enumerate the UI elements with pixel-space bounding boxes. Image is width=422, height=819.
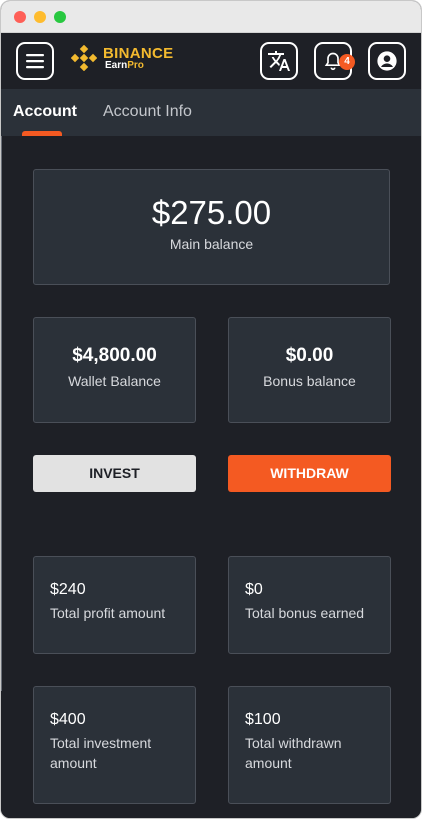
total-profit-amount: $240 <box>50 581 86 598</box>
main-balance-card: $275.00 Main balance <box>33 169 390 285</box>
binance-logo-icon <box>71 45 97 71</box>
account-content: $275.00 Main balance $4,800.00 Wallet Ba… <box>1 136 421 818</box>
tab-bar: Account Account Info <box>1 89 421 136</box>
wallet-balance-amount: $4,800.00 <box>72 345 157 366</box>
translate-button[interactable] <box>260 42 298 80</box>
total-profit-label: Total profit amount <box>50 605 166 621</box>
bonus-balance-label: Bonus balance <box>263 373 356 389</box>
main-balance-label: Main balance <box>169 236 254 252</box>
withdraw-button[interactable]: WITHDRAW <box>228 455 391 492</box>
brand-subtitle: EarnPro <box>105 59 173 71</box>
total-investment-amount: $400 <box>50 711 86 728</box>
menu-button[interactable] <box>16 42 54 80</box>
total-withdrawn-label: Total withdrawn amount <box>245 735 342 771</box>
total-withdrawn-card: $100 Total withdrawn amount <box>228 686 391 804</box>
wallet-balance-card: $4,800.00 Wallet Balance <box>33 317 196 423</box>
wallet-balance-label: Wallet Balance <box>68 373 161 389</box>
profile-button[interactable] <box>368 42 406 80</box>
total-bonus-label: Total bonus earned <box>245 605 365 621</box>
brand-logo[interactable]: BINANCE EarnPro <box>71 45 173 71</box>
total-bonus-amount: $0 <box>245 581 263 598</box>
total-investment-label: Total investment amount <box>50 735 152 771</box>
notification-badge: 4 <box>339 54 355 70</box>
tab-account[interactable]: Account <box>13 103 77 121</box>
brand-subtitle-earn: Earn <box>105 59 128 71</box>
minimize-window-button[interactable] <box>34 11 46 23</box>
translate-icon <box>268 51 290 71</box>
app-header: BINANCE EarnPro 4 <box>1 33 421 89</box>
total-bonus-card: $0 Total bonus earned <box>228 556 391 654</box>
bonus-balance-amount: $0.00 <box>285 345 334 366</box>
main-balance-amount: $275.00 <box>151 194 272 231</box>
title-bar <box>1 1 421 33</box>
maximize-window-button[interactable] <box>54 11 66 23</box>
brand-name: BINANCE <box>103 44 174 62</box>
invest-button[interactable]: INVEST <box>33 455 196 492</box>
tab-account-info[interactable]: Account Info <box>103 103 192 121</box>
page-edge-divider <box>1 136 2 691</box>
total-withdrawn-amount: $100 <box>245 711 281 728</box>
total-profit-card: $240 Total profit amount <box>33 556 196 654</box>
total-investment-card: $400 Total investment amount <box>33 686 196 804</box>
close-window-button[interactable] <box>14 11 26 23</box>
menu-icon <box>26 54 44 69</box>
browser-window: BINANCE EarnPro 4 Account Account Info $… <box>0 0 422 819</box>
brand-subtitle-pro: Pro <box>127 59 144 71</box>
notifications-button[interactable]: 4 <box>314 42 355 80</box>
bonus-balance-card: $0.00 Bonus balance <box>228 317 391 423</box>
user-circle-icon <box>377 51 397 71</box>
